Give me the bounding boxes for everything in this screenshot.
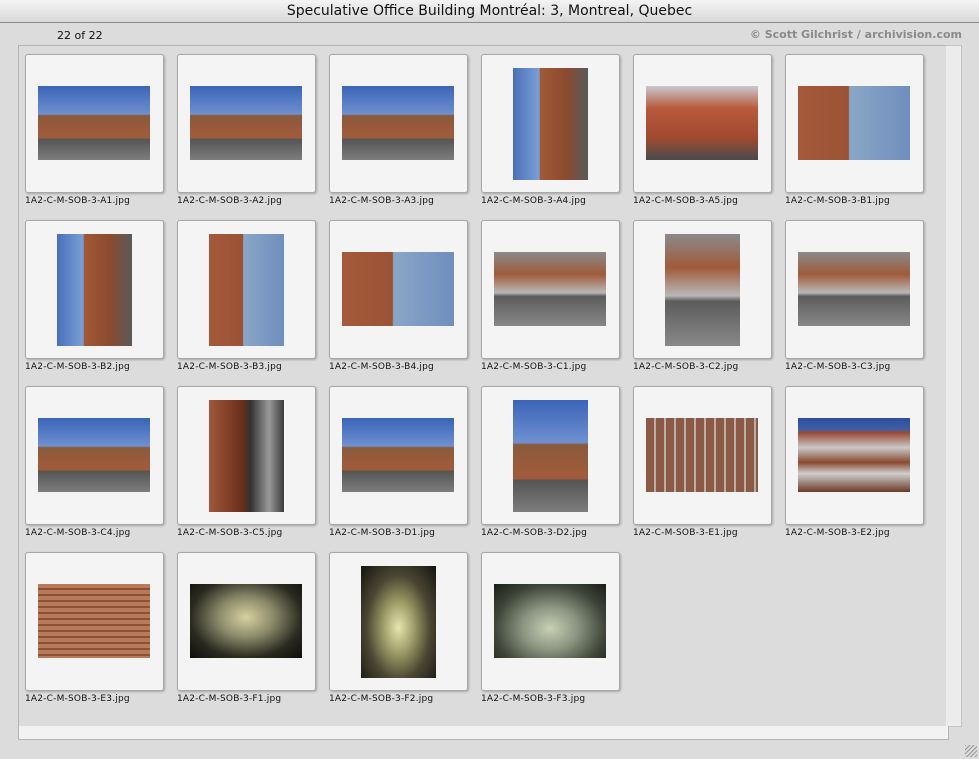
thumbnail-cell[interactable]: 1A2-C-M-SOB-3-D2.jpg xyxy=(475,378,627,538)
thumbnail-cell[interactable]: 1A2-C-M-SOB-3-F1.jpg xyxy=(171,544,323,704)
thumbnail-cell[interactable]: 1A2-C-M-SOB-3-E2.jpg xyxy=(779,378,931,538)
slide-frame[interactable] xyxy=(329,220,468,359)
thumbnail-cell[interactable]: 1A2-C-M-SOB-3-C3.jpg xyxy=(779,212,931,372)
slide-frame[interactable] xyxy=(633,386,772,525)
thumbnail-cell[interactable]: 1A2-C-M-SOB-3-A2.jpg xyxy=(171,46,323,206)
filename-label: 1A2-C-M-SOB-3-B4.jpg xyxy=(329,362,434,372)
photo-thumbnail[interactable] xyxy=(190,584,302,658)
photo-thumbnail[interactable] xyxy=(38,86,150,160)
slide-frame[interactable] xyxy=(785,220,924,359)
slide-frame[interactable] xyxy=(25,54,164,193)
thumbnail-cell[interactable]: 1A2-C-M-SOB-3-A4.jpg xyxy=(475,46,627,206)
slide-frame[interactable] xyxy=(329,386,468,525)
thumbnail-grid: 1A2-C-M-SOB-3-A1.jpg 1A2-C-M-SOB-3-A2.jp… xyxy=(18,45,948,727)
filename-label: 1A2-C-M-SOB-3-C3.jpg xyxy=(785,362,891,372)
slide-frame[interactable] xyxy=(25,386,164,525)
thumbnail-cell[interactable]: 1A2-C-M-SOB-3-C4.jpg xyxy=(19,378,171,538)
photo-thumbnail[interactable] xyxy=(513,400,588,512)
slide-frame[interactable] xyxy=(785,54,924,193)
slide-frame[interactable] xyxy=(25,552,164,691)
photo-thumbnail[interactable] xyxy=(798,252,910,326)
filename-label: 1A2-C-M-SOB-3-B1.jpg xyxy=(785,196,890,206)
photo-thumbnail[interactable] xyxy=(798,418,910,492)
slide-frame[interactable] xyxy=(329,552,468,691)
image-counter: 22 of 22 xyxy=(57,29,103,42)
slide-frame[interactable] xyxy=(25,220,164,359)
copyright-credit: © Scott Gilchrist / archivision.com xyxy=(749,28,962,41)
filename-label: 1A2-C-M-SOB-3-B2.jpg xyxy=(25,362,130,372)
photo-thumbnail[interactable] xyxy=(494,252,606,326)
photo-thumbnail[interactable] xyxy=(646,418,758,492)
slide-frame[interactable] xyxy=(177,386,316,525)
photo-thumbnail[interactable] xyxy=(646,86,758,160)
slide-frame[interactable] xyxy=(481,552,620,691)
filename-label: 1A2-C-M-SOB-3-C2.jpg xyxy=(633,362,739,372)
thumbnail-cell[interactable]: 1A2-C-M-SOB-3-B2.jpg xyxy=(19,212,171,372)
thumbnail-cell[interactable]: 1A2-C-M-SOB-3-F2.jpg xyxy=(323,544,475,704)
filename-label: 1A2-C-M-SOB-3-F2.jpg xyxy=(329,694,434,704)
photo-thumbnail[interactable] xyxy=(209,234,284,346)
photo-thumbnail[interactable] xyxy=(342,252,454,326)
slide-frame[interactable] xyxy=(785,386,924,525)
thumbnail-cell[interactable]: 1A2-C-M-SOB-3-C2.jpg xyxy=(627,212,779,372)
slide-frame[interactable] xyxy=(177,220,316,359)
filename-label: 1A2-C-M-SOB-3-A5.jpg xyxy=(633,196,739,206)
photo-thumbnail[interactable] xyxy=(190,86,302,160)
slide-frame[interactable] xyxy=(177,54,316,193)
filename-label: 1A2-C-M-SOB-3-B3.jpg xyxy=(177,362,282,372)
slide-frame[interactable] xyxy=(633,54,772,193)
thumbnail-cell[interactable]: 1A2-C-M-SOB-3-A3.jpg xyxy=(323,46,475,206)
filename-label: 1A2-C-M-SOB-3-A1.jpg xyxy=(25,196,131,206)
photo-thumbnail[interactable] xyxy=(798,86,910,160)
filename-label: 1A2-C-M-SOB-3-C5.jpg xyxy=(177,528,283,538)
photo-thumbnail[interactable] xyxy=(38,584,150,658)
photo-thumbnail[interactable] xyxy=(361,566,436,678)
slide-frame[interactable] xyxy=(177,552,316,691)
thumbnail-cell[interactable]: 1A2-C-M-SOB-3-C5.jpg xyxy=(171,378,323,538)
photo-thumbnail[interactable] xyxy=(209,400,284,512)
slide-frame[interactable] xyxy=(329,54,468,193)
slide-frame[interactable] xyxy=(481,54,620,193)
slide-frame[interactable] xyxy=(481,386,620,525)
photo-thumbnail[interactable] xyxy=(342,86,454,160)
thumbnail-cell[interactable]: 1A2-C-M-SOB-3-E1.jpg xyxy=(627,378,779,538)
filename-label: 1A2-C-M-SOB-3-F3.jpg xyxy=(481,694,586,704)
slide-frame[interactable] xyxy=(633,220,772,359)
thumbnail-cell[interactable]: 1A2-C-M-SOB-3-C1.jpg xyxy=(475,212,627,372)
filename-label: 1A2-C-M-SOB-3-A3.jpg xyxy=(329,196,435,206)
thumbnail-cell[interactable]: 1A2-C-M-SOB-3-B4.jpg xyxy=(323,212,475,372)
window-title: Speculative Office Building Montréal: 3,… xyxy=(0,0,979,23)
thumbnail-cell[interactable]: 1A2-C-M-SOB-3-B3.jpg xyxy=(171,212,323,372)
filename-label: 1A2-C-M-SOB-3-E3.jpg xyxy=(25,694,130,704)
photo-thumbnail[interactable] xyxy=(342,418,454,492)
filename-label: 1A2-C-M-SOB-3-E2.jpg xyxy=(785,528,890,538)
thumbnail-cell[interactable]: 1A2-C-M-SOB-3-A1.jpg xyxy=(19,46,171,206)
photo-thumbnail[interactable] xyxy=(665,234,740,346)
filename-label: 1A2-C-M-SOB-3-D2.jpg xyxy=(481,528,588,538)
photo-thumbnail[interactable] xyxy=(38,418,150,492)
photo-thumbnail[interactable] xyxy=(513,68,588,180)
filename-label: 1A2-C-M-SOB-3-E1.jpg xyxy=(633,528,738,538)
thumbnail-cell[interactable]: 1A2-C-M-SOB-3-E3.jpg xyxy=(19,544,171,704)
vertical-scrollbar[interactable] xyxy=(946,45,962,727)
slide-frame[interactable] xyxy=(481,220,620,359)
thumbnail-cell[interactable]: 1A2-C-M-SOB-3-A5.jpg xyxy=(627,46,779,206)
thumbnail-cell[interactable]: 1A2-C-M-SOB-3-B1.jpg xyxy=(779,46,931,206)
status-bar xyxy=(18,726,949,740)
thumbnail-cell[interactable]: 1A2-C-M-SOB-3-D1.jpg xyxy=(323,378,475,538)
photo-thumbnail[interactable] xyxy=(494,584,606,658)
photo-thumbnail[interactable] xyxy=(57,234,132,346)
filename-label: 1A2-C-M-SOB-3-D1.jpg xyxy=(329,528,436,538)
filename-label: 1A2-C-M-SOB-3-C4.jpg xyxy=(25,528,131,538)
filename-label: 1A2-C-M-SOB-3-F1.jpg xyxy=(177,694,282,704)
resize-grip-icon[interactable] xyxy=(965,745,977,757)
filename-label: 1A2-C-M-SOB-3-A4.jpg xyxy=(481,196,587,206)
filename-label: 1A2-C-M-SOB-3-C1.jpg xyxy=(481,362,587,372)
thumbnail-cell[interactable]: 1A2-C-M-SOB-3-F3.jpg xyxy=(475,544,627,704)
filename-label: 1A2-C-M-SOB-3-A2.jpg xyxy=(177,196,283,206)
